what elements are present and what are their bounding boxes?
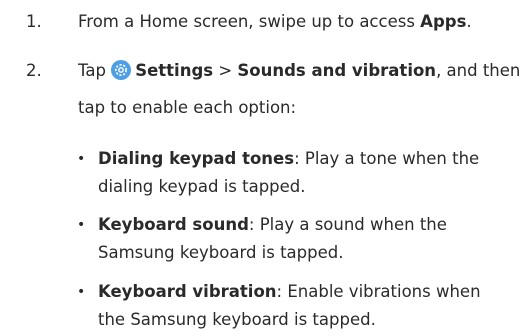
step-2-line-1-after: , and then (436, 61, 521, 80)
option-description: : Play a tone when the (294, 149, 480, 168)
option-line-1: Dialing keypad tones: Play a tone when t… (98, 148, 479, 170)
bullet: • (77, 151, 86, 167)
option-description: : Enable vibrations when (276, 282, 481, 301)
apps-label: Apps (420, 12, 467, 31)
step-1-text-before: From a Home screen, swipe up to access (78, 12, 421, 31)
sounds-and-vibration-label: Sounds and vibration (237, 61, 437, 80)
tap-text: Tap (78, 61, 106, 80)
option-line-1: Keyboard sound: Play a sound when the (98, 214, 447, 236)
option-description: : Play a sound when the (248, 215, 447, 234)
step-2-line-1: Tap Settings > Sounds and vibration, and… (78, 60, 520, 82)
step-1-text-after: . (466, 12, 472, 31)
settings-gear-icon (111, 60, 132, 80)
option-line-1: Keyboard vibration: Enable vibrations wh… (98, 281, 481, 303)
option-title: Keyboard sound (98, 215, 249, 234)
option-line-2: the Samsung keyboard is tapped. (98, 310, 376, 329)
option-line-2: Samsung keyboard is tapped. (98, 243, 344, 262)
settings-label: Settings (135, 61, 214, 80)
option-title: Keyboard vibration (98, 282, 277, 301)
menu-separator: > (218, 61, 233, 80)
step-2-line-2: tap to enable each option: (78, 98, 297, 117)
bullet: • (77, 284, 86, 300)
bullet: • (77, 217, 86, 233)
step-number: 1. (26, 12, 42, 31)
step-number: 2. (26, 61, 42, 80)
option-title: Dialing keypad tones (98, 149, 295, 168)
option-line-2: dialing keypad is tapped. (98, 177, 306, 196)
step-1-text: From a Home screen, swipe up to access A… (78, 11, 472, 33)
